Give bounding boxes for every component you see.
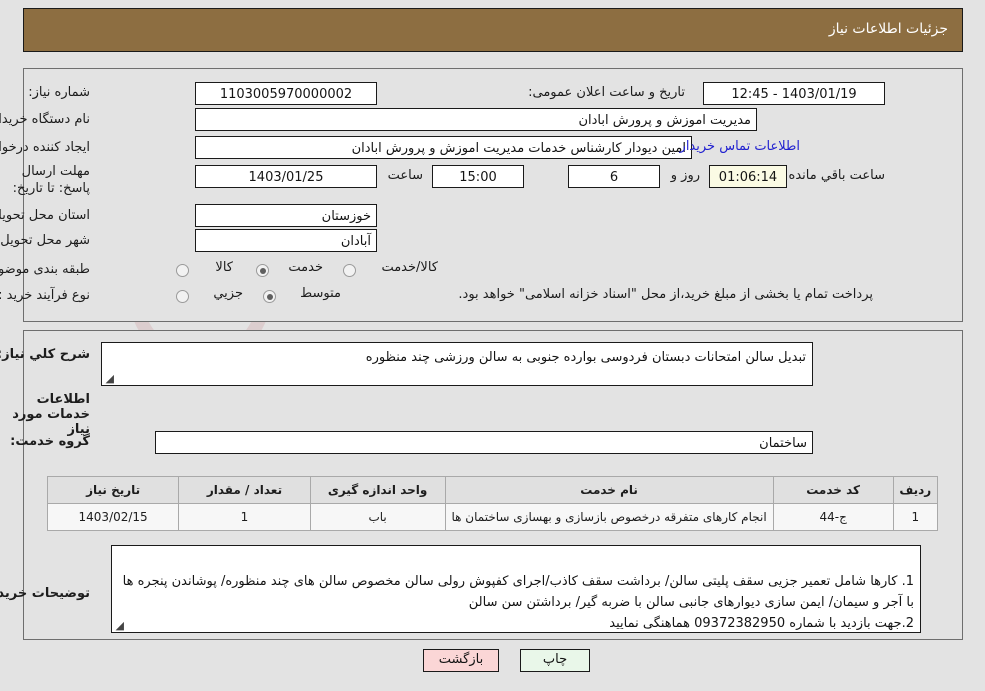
service-group-label: گروه خدمت: — [10, 434, 90, 449]
need-info-panel — [23, 68, 963, 322]
buyer-notes-textarea[interactable]: 1. کارها شامل تعمیر جزیی سقف پلیتی سالن/… — [111, 545, 921, 633]
col-code: کد خدمت — [772, 476, 894, 504]
deadline-hour-value: 15:00 — [432, 165, 524, 188]
radio-category-kala-khedmat-label: کالا/خدمت — [381, 260, 438, 275]
requester-value: امین دیودار کارشناس خدمات مدیریت اموزش و… — [195, 136, 692, 159]
col-name: نام خدمت — [444, 476, 774, 504]
radio-process-motevaset-label: متوسط — [300, 286, 341, 301]
radio-category-kala-khedmat[interactable] — [343, 264, 356, 277]
city-value: آبادان — [195, 229, 377, 252]
tender-detail-page: AriaTender.net جزئیات اطلاعات نیاز شماره… — [0, 0, 985, 691]
deadline-date-value: 1403/01/25 — [195, 165, 377, 188]
province-value: خوزستان — [195, 204, 377, 227]
remaining-days-value: 6 — [568, 165, 660, 188]
cell-name: انجام کارهای متفرقه درخصوص بازسازی و بهس… — [444, 503, 774, 531]
col-qty: تعداد / مقدار — [178, 476, 311, 504]
requester-label: ایجاد کننده درخواست: — [0, 140, 90, 155]
public-announce-value: 1403/01/19 - 12:45 — [703, 82, 885, 105]
radio-category-kala-label: کالا — [215, 260, 233, 275]
col-unit: واحد اندازه گیری — [309, 476, 446, 504]
buyer-notes-label: توضیحات خریدار: — [0, 586, 90, 601]
summary-textarea[interactable]: تبدیل سالن امتحانات دبستان فردوسی بوارده… — [101, 342, 813, 386]
radio-process-motevaset[interactable] — [263, 290, 276, 303]
radio-category-khedmat-label: خدمت — [288, 260, 323, 275]
buyer-contact-link[interactable]: اطلاعات تماس خریدار — [680, 139, 800, 154]
remaining-days-unit: روز و — [670, 168, 700, 183]
resize-grip-icon: ◢ — [115, 619, 124, 632]
treasury-note: پرداخت تمام یا بخشی از مبلغ خرید،از محل … — [458, 287, 873, 302]
cell-date: 1403/02/15 — [46, 503, 180, 531]
cell-radif: 1 — [892, 503, 939, 531]
summary-value: تبدیل سالن امتحانات دبستان فردوسی بوارده… — [365, 350, 806, 365]
back-button[interactable]: بازگشت — [423, 649, 499, 672]
radio-process-jozei[interactable] — [176, 290, 189, 303]
deadline-label: مهلت ارسال پاسخ: تا تاریخ: — [12, 164, 90, 196]
cell-code: ج-44 — [772, 503, 894, 531]
buyer-org-value: مدیریت اموزش و پرورش ابادان — [195, 108, 757, 131]
category-label: طبقه بندی موضوعی: — [0, 262, 90, 277]
page-title: جزئیات اطلاعات نیاز — [828, 21, 948, 37]
resize-grip-icon: ◢ — [105, 372, 114, 385]
service-group-value: ساختمان — [155, 431, 813, 454]
city-label: شهر محل تحویل: — [0, 233, 90, 248]
province-label: استان محل تحویل: — [0, 208, 90, 223]
cell-unit: باب — [309, 503, 446, 531]
radio-process-jozei-label: جزیي — [213, 286, 243, 301]
page-title-bar: جزئیات اطلاعات نیاز — [23, 8, 963, 52]
countdown-unit-label: ساعت باقي مانده — [788, 168, 885, 183]
col-radif: ردیف — [892, 476, 939, 504]
buyer-notes-value: 1. کارها شامل تعمیر جزیی سقف پلیتی سالن/… — [122, 574, 914, 631]
services-section-title: اطلاعات خدمات مورد نیاز — [12, 392, 90, 437]
public-announce-label: تاریخ و ساعت اعلان عمومی: — [528, 85, 685, 100]
print-button[interactable]: چاپ — [520, 649, 590, 672]
radio-category-khedmat[interactable] — [256, 264, 269, 277]
col-date: تاریخ نیاز — [46, 476, 180, 504]
radio-category-kala[interactable] — [176, 264, 189, 277]
summary-label: شرح کلي نیاز: — [0, 347, 90, 362]
deadline-hour-label: ساعت — [387, 168, 423, 183]
need-number-label: شماره نیاز: — [28, 85, 90, 100]
need-number-value: 1103005970000002 — [195, 82, 377, 105]
buyer-org-label: نام دستگاه خریدار: — [0, 112, 90, 127]
countdown-value: 01:06:14 — [709, 165, 787, 188]
table-row: 1 ج-44 انجام کارهای متفرقه درخصوص بازساز… — [46, 503, 939, 531]
table-header-row: ردیف کد خدمت نام خدمت واحد اندازه گیری ت… — [46, 476, 939, 504]
cell-qty: 1 — [178, 503, 311, 531]
process-label: نوع فرآیند خرید : — [0, 288, 90, 303]
services-table: ردیف کد خدمت نام خدمت واحد اندازه گیری ت… — [46, 476, 939, 531]
